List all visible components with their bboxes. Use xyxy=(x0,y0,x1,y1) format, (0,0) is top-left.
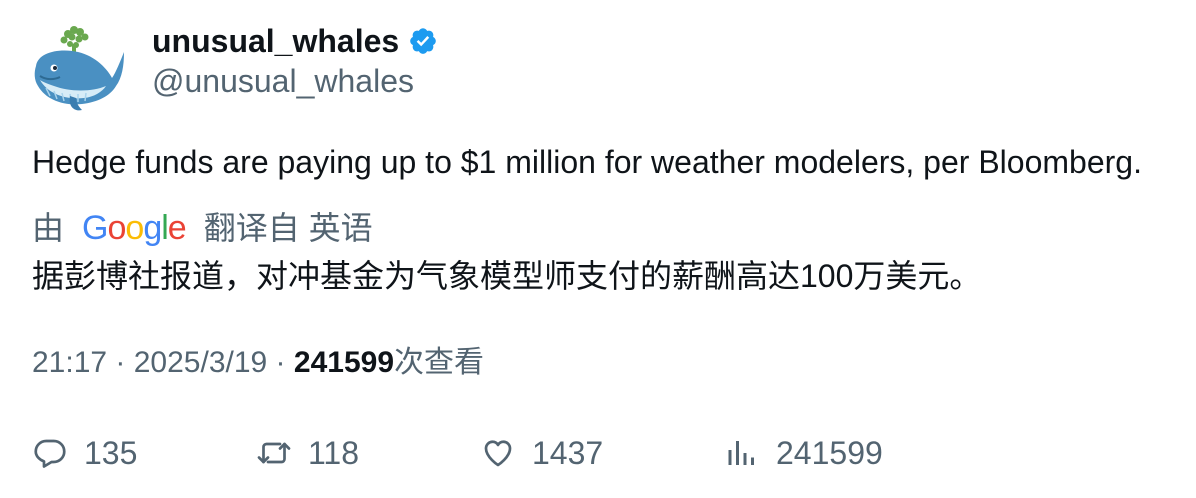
verified-badge-icon[interactable] xyxy=(408,26,438,56)
author-display-name[interactable]: unusual_whales xyxy=(152,21,399,61)
meta-separator: · xyxy=(267,346,294,379)
tweet-time[interactable]: 21:17 xyxy=(32,346,107,379)
tweet-date[interactable]: 2025/3/19 xyxy=(134,346,267,379)
reply-button[interactable]: 135 xyxy=(32,430,137,476)
views-count: 241599 xyxy=(293,346,394,379)
author-name-row: unusual_whales xyxy=(152,21,438,61)
translated-from-label[interactable]: 翻译自 英语 xyxy=(204,207,373,249)
retweet-button[interactable]: 118 xyxy=(256,430,359,476)
translation-by-label: 由 xyxy=(32,210,65,246)
retweet-icon xyxy=(257,442,291,464)
like-button[interactable]: 1437 xyxy=(480,430,603,476)
whale-avatar-icon xyxy=(34,26,124,111)
action-bar: 135 118 1437 241599 xyxy=(32,430,1172,476)
tweet-meta: 21:17 · 2025/3/19 · 241599次查看 xyxy=(32,343,484,383)
translation-attribution: 由 Google 翻译自 英语 xyxy=(32,207,373,249)
translated-text: 据彭博社报道，对冲基金为气象模型师支付的薪酬高达100万美元。 xyxy=(32,258,982,294)
avatar[interactable] xyxy=(30,22,128,114)
retweet-count: 118 xyxy=(308,435,360,471)
heart-icon xyxy=(484,440,512,467)
views-action-count: 241599 xyxy=(776,435,883,471)
reply-count: 135 xyxy=(84,435,138,471)
like-count: 1437 xyxy=(532,435,604,471)
reply-icon xyxy=(34,439,66,468)
tweet-text: Hedge funds are paying up to $1 million … xyxy=(32,144,1142,180)
views-button[interactable]: 241599 xyxy=(724,430,883,476)
meta-separator: · xyxy=(107,346,134,379)
author-handle[interactable]: @unusual_whales xyxy=(152,61,414,101)
views-label: 次查看 xyxy=(394,346,484,379)
bar-chart-icon xyxy=(728,441,754,465)
google-logo: Google xyxy=(82,209,187,247)
